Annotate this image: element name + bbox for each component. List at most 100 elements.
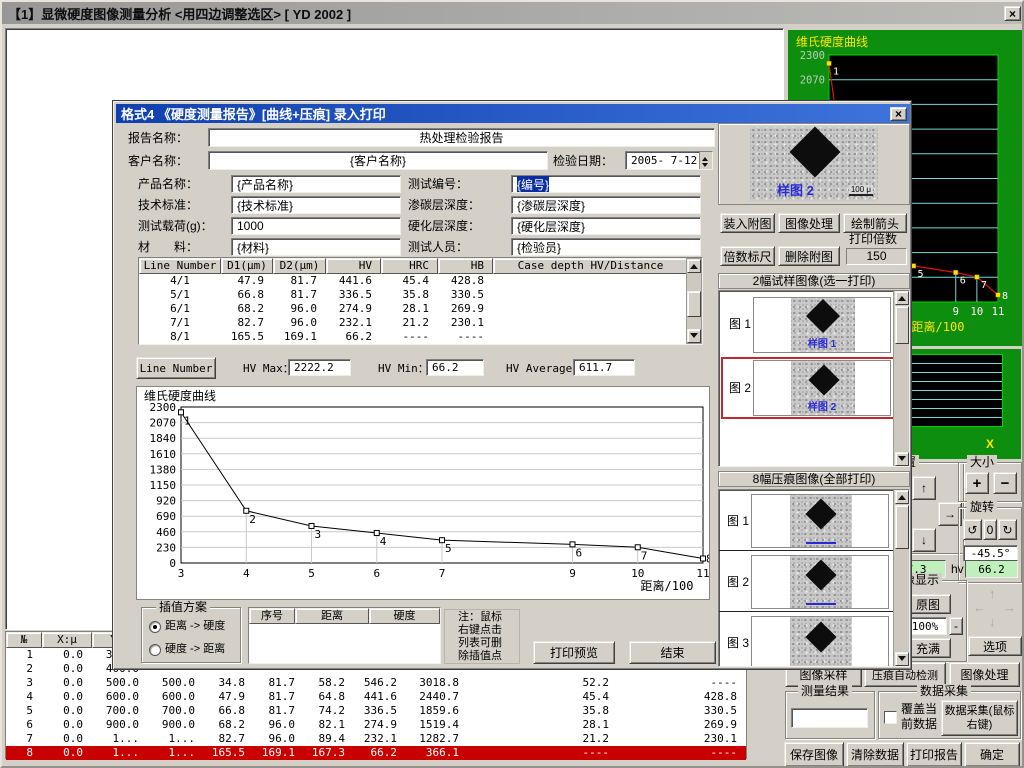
test-load-field[interactable]: 1000 (231, 217, 401, 235)
hv-max-field[interactable]: 2222.2 (288, 359, 351, 376)
scroll-down-button[interactable] (895, 652, 909, 666)
svg-text:4: 4 (243, 567, 250, 580)
table-cell: 5/1 (139, 288, 221, 302)
test-no-label: 测试编号： (408, 177, 468, 192)
sample-list-scrollbar[interactable] (893, 291, 909, 466)
hv-min-field[interactable]: 66.2 (426, 359, 484, 376)
list-item[interactable]: 图 1 (719, 492, 893, 551)
window-titlebar: 【1】显微硬度图像测量分析 <用四边调整选区> [ YD 2002 ] (2, 2, 1022, 24)
dist-to-hard-radio[interactable] (149, 621, 161, 633)
interp-points-table[interactable]: 序号距离硬度 (248, 607, 441, 664)
save-image-button[interactable]: 保存图像 (784, 742, 844, 767)
table-row[interactable]: 6/168.296.0274.928.1269.9 (139, 302, 702, 316)
date-spinner[interactable] (699, 152, 712, 169)
scroll-down-button[interactable] (687, 329, 701, 343)
pan-cross-control[interactable]: ↑ ← → ↓ (971, 586, 1019, 632)
measure-result-field[interactable] (791, 708, 868, 728)
size-plus-button[interactable]: + (965, 472, 989, 494)
customer-name-field[interactable]: {客户名称} (208, 151, 548, 170)
tester-value: {检验员} (517, 239, 561, 256)
load-attach-button[interactable]: 装入附图 (720, 213, 775, 233)
table-row[interactable]: 60.0900.0900.068.296.082.1274.91519.428.… (6, 718, 746, 732)
rotate-ccw-button[interactable]: ↺ (963, 519, 982, 540)
table-row[interactable]: 70.01...1...82.796.089.4232.11282.721.22… (6, 732, 746, 746)
material-value: {材料} (237, 239, 269, 256)
ok-button[interactable]: 确定 (964, 742, 1020, 767)
measure-result-label: 测量结果 (798, 684, 852, 699)
rotate-zero-button[interactable]: 0 (983, 519, 997, 540)
table-row[interactable]: 40.0600.0600.047.981.764.8441.62440.745.… (6, 690, 746, 704)
scrollbar-thumb[interactable] (895, 505, 909, 549)
list-item[interactable]: 图 1 样图 1 (721, 297, 893, 355)
scroll-down-button[interactable] (895, 452, 909, 466)
end-button[interactable]: 结束 (629, 641, 716, 664)
rotate-cw-button[interactable]: ↻ (998, 519, 1017, 540)
window-close-button[interactable]: × (1004, 6, 1021, 21)
table-cell: 428.8 (438, 274, 493, 288)
scrollbar-thumb[interactable] (687, 291, 701, 317)
data-acquisition-label: 数据采集 (917, 684, 971, 699)
size-minus-button[interactable]: − (993, 472, 1017, 494)
svg-text:2070: 2070 (800, 75, 825, 87)
standard-field[interactable]: {技术标准} (231, 196, 401, 214)
table-cell: 700.0 (92, 704, 148, 718)
product-name-field[interactable]: {产品名称} (231, 175, 401, 193)
list-item[interactable]: 图 2 (719, 553, 893, 612)
hard-to-dist-radio[interactable] (149, 644, 161, 656)
hv-average-field[interactable]: 611.7 (573, 359, 635, 376)
results-table-scrollbar[interactable] (686, 258, 702, 344)
column-header: X:μ (42, 632, 92, 648)
svg-text:9: 9 (569, 567, 576, 580)
carburized-depth-field[interactable]: {渗碳层深度} (511, 196, 701, 214)
table-cell: 0.0 (42, 746, 92, 760)
scroll-down-icon (898, 656, 906, 665)
hardened-depth-value: {硬化层深度} (517, 218, 585, 235)
material-field[interactable]: {材料} (231, 238, 401, 256)
table-row[interactable]: 30.0500.0500.034.881.758.2546.23018.852.… (6, 676, 746, 690)
inspect-date-value: 2005- 7-12 (631, 154, 697, 167)
print-scale-field[interactable]: 150 (846, 248, 907, 265)
scrollbar-thumb[interactable] (895, 306, 909, 344)
scroll-up-button[interactable] (895, 291, 909, 305)
svg-text:2: 2 (249, 513, 256, 526)
indent-thumbnail (751, 616, 889, 667)
delete-attach-button[interactable]: 删除附图 (778, 246, 840, 266)
clear-data-button[interactable]: 清除数据 (846, 742, 904, 767)
zoom-minus-button[interactable]: - (949, 617, 963, 635)
print-preview-button[interactable]: 打印预览 (533, 641, 615, 664)
table-row[interactable]: 4/147.981.7441.645.4428.8 (139, 274, 702, 288)
list-item[interactable]: 图 3 (719, 614, 893, 667)
list-item-selected[interactable]: 图 2 样图 2 (721, 357, 895, 419)
table-row[interactable]: 5/166.881.7336.535.8330.5 (139, 288, 702, 302)
tester-field[interactable]: {检验员} (511, 238, 701, 256)
overwrite-checkbox[interactable] (884, 711, 897, 724)
scale-ruler-button[interactable]: 倍数标尺 (720, 246, 775, 266)
table-cell: 96.0 (273, 302, 326, 316)
table-cell: 7 (6, 732, 42, 746)
options-button[interactable]: 选项 (968, 636, 1022, 656)
report-name-field[interactable]: 热处理检验报告 (208, 128, 715, 147)
dialog-close-button[interactable]: × (890, 107, 907, 121)
table-row[interactable]: 7/182.796.0232.121.2230.1 (139, 316, 702, 330)
move-down-button[interactable]: ↓ (912, 528, 936, 552)
table-cell: 1 (6, 648, 42, 662)
print-report-button[interactable]: 打印报告 (906, 742, 962, 767)
table-cell: 96.0 (254, 718, 304, 732)
test-no-field[interactable]: {编号} (511, 175, 701, 193)
acquire-data-button[interactable]: 数据采集(鼠标右键) (941, 700, 1018, 736)
move-up-button[interactable]: ↑ (912, 476, 936, 500)
scroll-up-button[interactable] (895, 490, 909, 504)
table-row[interactable]: 50.0700.0700.066.881.774.2336.51859.635.… (6, 704, 746, 718)
table-row[interactable]: 80.01...1...165.5169.1167.366.2366.1----… (6, 746, 746, 760)
indent-list-scrollbar[interactable] (893, 490, 909, 666)
inspect-date-field[interactable]: 2005- 7-12 (625, 151, 713, 170)
scroll-up-button[interactable] (687, 259, 701, 273)
image-process-button[interactable]: 图像处理 (778, 213, 840, 233)
indent-diamond (790, 127, 841, 178)
table-row[interactable]: 8/1165.5169.166.2-------- (139, 330, 702, 344)
test-load-label: 测试载荷(g)： (138, 219, 213, 234)
line-number-button[interactable]: Line Number (136, 357, 216, 379)
print-scale-label: 打印倍数 (849, 232, 897, 247)
hardened-depth-field[interactable]: {硬化层深度} (511, 217, 701, 235)
draw-arrow-button[interactable]: 绘制箭头 (843, 213, 907, 233)
